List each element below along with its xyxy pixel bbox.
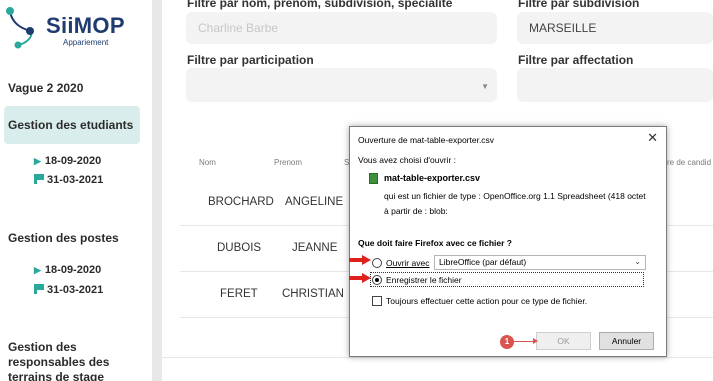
dialog-intro: Vous avez choisi d'ouvrir : (358, 155, 457, 165)
chevron-down-icon: ⌄ (634, 257, 641, 266)
column-header-candidature[interactable]: re de candid (667, 158, 711, 167)
radio-save-file-label[interactable]: Enregistrer le fichier (386, 275, 462, 285)
step-badge: 1 (500, 335, 514, 349)
cell-nom: BROCHARD (208, 196, 274, 208)
always-do-checkbox[interactable] (372, 296, 382, 306)
filter-subdivision-label: Filtre par subdivision (518, 0, 640, 10)
dialog-file-name: mat-table-exporter.csv (384, 173, 481, 183)
radio-open-with[interactable] (372, 258, 382, 268)
triangle-icon: ▶ (34, 156, 41, 166)
sidebar-item-gestion-responsables[interactable]: Gestion des responsables des terrains de… (8, 340, 109, 381)
sidebar-subitem-date-end[interactable]: 31-03-2021 (34, 284, 103, 296)
column-header-prenom[interactable]: Prenom (274, 158, 302, 167)
sidebar-section-title: Vague 2 2020 (8, 81, 84, 95)
ok-button[interactable]: OK (536, 332, 591, 350)
filter-participation-select[interactable]: ▼ (186, 68, 497, 102)
sidebar-item-gestion-etudiants[interactable]: Gestion des etudiants (8, 118, 133, 132)
dialog-file-type: qui est un fichier de type : OpenOffice.… (384, 191, 646, 201)
open-with-select[interactable]: LibreOffice (par défaut) ⌄ (434, 255, 646, 270)
filter-affectation-select[interactable] (517, 68, 713, 102)
flag-icon (34, 284, 44, 294)
cell-prenom: CHRISTIAN (282, 288, 344, 300)
annotation-arrow (349, 255, 371, 265)
cell-prenom: ANGELINE (285, 196, 344, 208)
radio-open-with-label[interactable]: Ouvrir avec (386, 258, 429, 268)
file-csv-icon (369, 173, 378, 184)
filter-affectation-label: Filtre par affectation (518, 53, 634, 67)
dialog-source: à partir de : blob: (384, 206, 448, 216)
radio-save-file[interactable] (372, 275, 382, 285)
dialog-title: Ouverture de mat-table-exporter.csv (358, 135, 495, 145)
sidebar-divider (152, 0, 162, 381)
sidebar: SiiMOP Appariement Vague 2 2020 Gestion … (0, 0, 152, 381)
annotation-arrow-head (533, 338, 538, 344)
sidebar-subitem-date-end[interactable]: 31-03-2021 (34, 174, 103, 186)
logo-icon (6, 7, 34, 49)
brand-logo[interactable]: SiiMOP Appariement (6, 5, 146, 51)
app-root: SiiMOP Appariement Vague 2 2020 Gestion … (0, 0, 713, 381)
triangle-icon: ▶ (34, 265, 41, 275)
download-dialog: Ouverture de mat-table-exporter.csv ✕ Vo… (349, 126, 667, 357)
flag-icon (34, 174, 44, 184)
column-header-nom[interactable]: Nom (199, 158, 216, 167)
filter-subdivision-input[interactable]: MARSEILLE (517, 12, 713, 44)
brand-name: SiiMOP (46, 13, 125, 38)
sidebar-subitem-date-start[interactable]: ▶ 18-09-2020 (34, 264, 101, 276)
cell-nom: DUBOIS (217, 242, 262, 254)
sidebar-item-gestion-postes[interactable]: Gestion des postes (8, 231, 119, 245)
filter-name-input[interactable]: Charline Barbe (186, 12, 497, 44)
filter-name-label: Filtre par nom, prenom, subdivision, spe… (187, 0, 453, 10)
always-do-label[interactable]: Toujours effectuer cette action pour ce … (386, 296, 587, 306)
cell-prenom: JEANNE (292, 242, 338, 254)
dialog-question: Que doit faire Firefox avec ce fichier ? (358, 238, 512, 248)
chevron-down-icon: ▼ (481, 82, 489, 91)
filter-participation-label: Filtre par participation (187, 53, 314, 67)
sidebar-subitem-date-start[interactable]: ▶ 18-09-2020 (34, 155, 101, 167)
cell-nom: FERET (220, 288, 258, 300)
brand-subtitle: Appariement (63, 38, 109, 47)
close-icon[interactable]: ✕ (647, 130, 658, 146)
cancel-button[interactable]: Annuler (599, 332, 654, 350)
annotation-arrow (349, 273, 371, 283)
